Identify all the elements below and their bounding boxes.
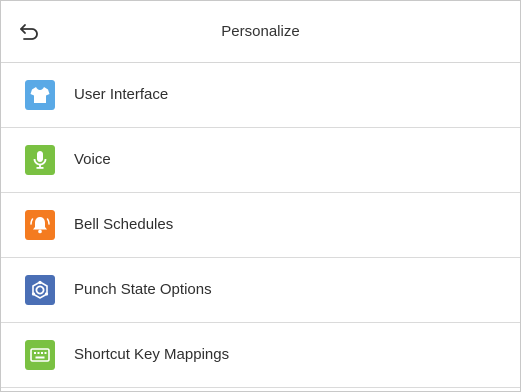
bell-icon: [25, 210, 55, 240]
menu-item-label: Bell Schedules: [74, 216, 174, 233]
menu-item-label: User Interface: [74, 86, 169, 103]
menu-item-label: Shortcut Key Mappings: [74, 346, 230, 363]
keyboard-icon: [25, 340, 55, 370]
menu-item-shortcut-key-mappings[interactable]: Shortcut Key Mappings: [1, 323, 520, 388]
menu-item-user-interface[interactable]: User Interface: [1, 63, 520, 128]
menu-item-label: Punch State Options: [74, 281, 212, 298]
title-bar: Personalize: [1, 1, 520, 63]
page-title: Personalize: [221, 23, 300, 40]
punch-state-icon: [25, 275, 55, 305]
personalize-menu: User Interface Voice Bell Schedules Punc…: [1, 63, 520, 388]
menu-item-punch-state-options[interactable]: Punch State Options: [1, 258, 520, 323]
device-screen: Personalize User Interface Voice Bell Sc…: [0, 0, 521, 392]
menu-item-voice[interactable]: Voice: [1, 128, 520, 193]
menu-item-bell-schedules[interactable]: Bell Schedules: [1, 193, 520, 258]
shirt-icon: [25, 80, 55, 110]
menu-item-label: Voice: [74, 151, 111, 168]
microphone-icon: [25, 145, 55, 175]
